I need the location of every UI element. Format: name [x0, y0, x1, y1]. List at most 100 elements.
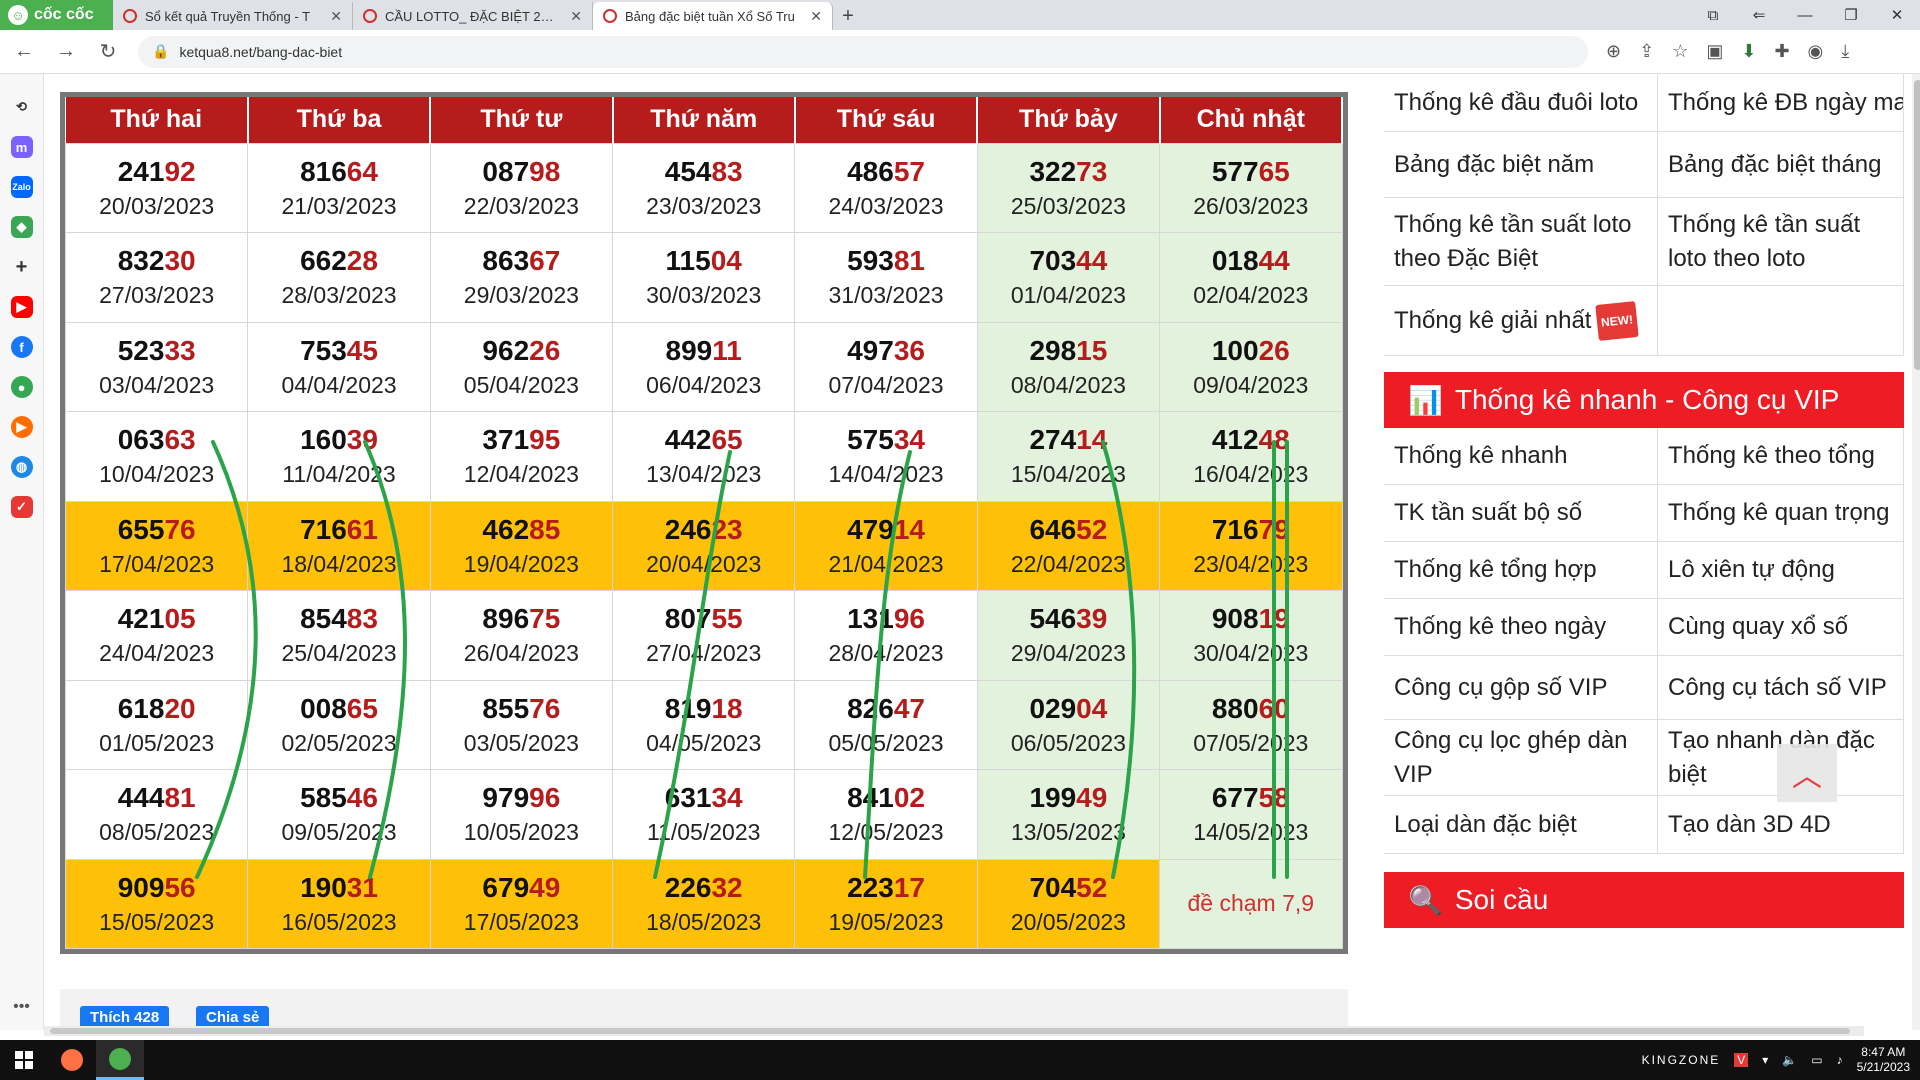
vip-link[interactable]: Thống kê theo ngày: [1384, 599, 1658, 656]
vip-link[interactable]: Thống kê theo tổng: [1658, 428, 1904, 485]
back-icon[interactable]: ←: [12, 40, 36, 63]
number-tail: 65: [346, 692, 378, 724]
profile-icon[interactable]: ◉: [1808, 41, 1824, 62]
download-green-icon[interactable]: ⬇: [1741, 41, 1756, 62]
number-head: 646: [1029, 513, 1077, 545]
result-cell: 08798 22/03/2023: [429, 142, 614, 233]
close-tab-icon[interactable]: ✕: [570, 8, 582, 25]
clock[interactable]: 8:47 AM 5/21/2023: [1857, 1045, 1910, 1075]
link-bang-dac-biet-thang[interactable]: Bảng đặc biệt tháng: [1658, 132, 1904, 198]
tray-speaker-icon[interactable]: 🔈: [1782, 1053, 1797, 1067]
add-sidebar-icon[interactable]: +: [11, 256, 33, 278]
table-row: 44481 08/05/2023 58546 09/05/2023 97996 10/05…: [64, 769, 1343, 860]
result-cell: 70344 01/04/2023: [976, 232, 1161, 323]
more-icon[interactable]: •••: [13, 998, 30, 1016]
zalo-icon[interactable]: Zalo: [10, 176, 33, 198]
tray-shield-icon[interactable]: ▾: [1762, 1053, 1768, 1067]
vip-link[interactable]: Công cụ gộp số VIP: [1384, 656, 1658, 720]
messenger-icon[interactable]: m: [10, 136, 33, 158]
result-cell: 01844 02/04/2023: [1159, 232, 1343, 323]
downloads-icon[interactable]: ⤓: [1841, 41, 1849, 62]
tab-search-icon[interactable]: ⇐: [1736, 6, 1782, 24]
number-tail: 33: [164, 334, 196, 366]
minimize-icon[interactable]: —: [1782, 7, 1828, 24]
forward-icon[interactable]: →: [54, 40, 78, 63]
number-head: 226: [664, 871, 712, 903]
vip-link[interactable]: Lô xiên tự động: [1658, 542, 1904, 599]
back-to-top-button[interactable]: ︿: [1777, 744, 1837, 802]
restore-icon[interactable]: ❐: [1828, 6, 1874, 24]
extension-icon[interactable]: ▣: [1706, 41, 1723, 62]
vip-link[interactable]: TK tần suất bộ số: [1384, 485, 1658, 542]
table-row: 06363 10/04/2023 16039 11/04/2023 37195 12/04…: [64, 411, 1343, 502]
number-tail: 02: [893, 782, 925, 814]
vip-link[interactable]: Công cụ lọc ghép dàn VIP: [1384, 720, 1658, 796]
globe-icon[interactable]: ◍: [10, 456, 33, 478]
result-cell: 96226 05/04/2023: [429, 321, 614, 412]
number-tail: 79: [1258, 513, 1290, 545]
special-number: 29815: [978, 333, 1159, 369]
screenshot-icon[interactable]: ⧉: [1690, 7, 1736, 24]
number-head: 486: [847, 155, 894, 187]
tray-volume-icon[interactable]: ♪: [1837, 1053, 1843, 1067]
vip-link[interactable]: Thống kê nhanh: [1384, 428, 1658, 485]
vertical-scrollbar[interactable]: [1912, 74, 1920, 1030]
link-tan-suat-theo-loto[interactable]: Thống kê tần suất loto theo loto: [1658, 198, 1904, 286]
todo-icon[interactable]: ✓: [10, 496, 33, 518]
taskbar-app-icon[interactable]: [48, 1040, 96, 1080]
number-tail: 28: [346, 245, 378, 277]
close-tab-icon[interactable]: ✕: [330, 8, 342, 25]
history-icon[interactable]: ⟲: [11, 96, 33, 118]
number-tail: 57: [893, 155, 925, 187]
horizontal-scrollbar[interactable]: [44, 1026, 1864, 1036]
close-tab-icon[interactable]: ✕: [810, 8, 822, 25]
taskbar-coccoc-icon[interactable]: [96, 1040, 144, 1080]
number-head: 863: [482, 245, 530, 277]
result-cell: 22632 18/05/2023: [612, 858, 796, 949]
bookmark-star-icon[interactable]: ☆: [1672, 41, 1688, 62]
vip-link[interactable]: Cùng quay xổ số: [1658, 599, 1904, 656]
youtube-icon[interactable]: ▶: [10, 296, 33, 318]
game-icon[interactable]: ◆: [10, 216, 33, 238]
result-date: 18/05/2023: [646, 908, 762, 935]
special-number: 70344: [978, 243, 1159, 279]
tab-bang-dac-biet[interactable]: Bảng đặc biệt tuần Xổ Số Tru ✕: [593, 2, 833, 30]
tab-so-ket-qua[interactable]: Sổ kết quả Truyền Thống - T ✕: [113, 2, 353, 30]
link-bang-dac-biet-nam[interactable]: Bảng đặc biệt năm: [1384, 132, 1658, 198]
link-thong-ke-dau-duoi[interactable]: Thống kê đầu đuôi loto: [1384, 74, 1658, 132]
new-tab-icon[interactable]: +: [833, 2, 863, 30]
scrollbar-thumb[interactable]: [1914, 80, 1920, 370]
result-date: 20/04/2023: [646, 550, 762, 577]
football-icon[interactable]: ●: [10, 376, 33, 398]
facebook-icon[interactable]: f: [10, 336, 33, 358]
number-head: 131: [847, 603, 894, 635]
tray-network-icon[interactable]: ▭: [1811, 1053, 1822, 1067]
url-field[interactable]: 🔒 ketqua8.net/bang-dac-biet: [138, 35, 1588, 68]
vip-link[interactable]: Tạo dàn 3D 4D: [1658, 796, 1904, 854]
vip-link[interactable]: Thống kê quan trọng: [1658, 485, 1904, 542]
windows-start-icon[interactable]: [0, 1040, 48, 1080]
result-date: 03/05/2023: [463, 729, 579, 756]
vip-link[interactable]: Thống kê tổng hợp: [1384, 542, 1658, 599]
link-thong-ke-db-ngay-mai[interactable]: Thống kê ĐB ngày mai: [1658, 74, 1904, 132]
special-number: 49736: [795, 333, 976, 369]
reload-icon[interactable]: ↻: [96, 39, 120, 64]
result-date: 05/04/2023: [463, 371, 579, 398]
hscroll-thumb[interactable]: [50, 1028, 1850, 1034]
vip-link[interactable]: Công cụ tách số VIP: [1658, 656, 1904, 720]
link-tan-suat-theo-db[interactable]: Thống kê tần suất loto theo Đặc Biệt: [1384, 198, 1658, 286]
number-head: 199: [1029, 782, 1077, 814]
tray-v-icon[interactable]: V: [1734, 1053, 1749, 1067]
zoom-icon[interactable]: ⊕: [1606, 41, 1621, 62]
close-window-icon[interactable]: ✕: [1874, 6, 1920, 24]
toolbar-icons: ⊕ ⇪ ☆ ▣ ⬇ ✚ ◉ ⤓: [1606, 41, 1849, 62]
tab-cau-lotto[interactable]: CẦU LOTTO_ ĐẶC BIỆT 2D 3D ✕: [353, 2, 593, 30]
puzzle-icon[interactable]: ✚: [1774, 41, 1789, 62]
share-icon[interactable]: ⇪: [1639, 41, 1654, 62]
vip-link[interactable]: Loại dàn đặc biệt: [1384, 796, 1658, 854]
video-icon[interactable]: ▶: [10, 416, 33, 438]
special-number: 71679: [1160, 512, 1341, 548]
browser-brand[interactable]: ☺ cốc cốc: [0, 0, 113, 30]
link-thong-ke-giai-nhat[interactable]: Thống kê giải nhất NEW!: [1384, 286, 1658, 356]
clock-date: 5/21/2023: [1856, 1060, 1910, 1074]
